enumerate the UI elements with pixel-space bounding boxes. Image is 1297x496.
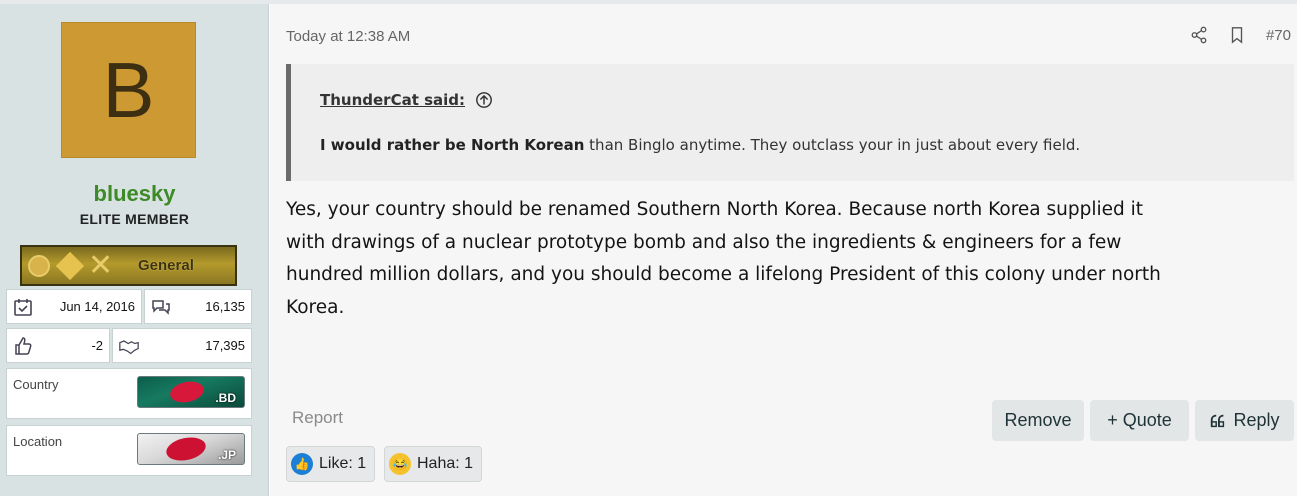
post-body: Yes, your country should be renamed Sout… — [286, 194, 1286, 324]
username-link[interactable]: bluesky — [0, 181, 269, 207]
bookmark-icon[interactable] — [1228, 26, 1246, 44]
location-label: Location — [13, 434, 63, 449]
post-line: hundred million dollars, and you should … — [286, 264, 1161, 285]
quote-block: ThunderCat said: I would rather be North… — [286, 64, 1294, 181]
quote-text: I would rather be North Korean than Bing… — [320, 136, 1080, 154]
arrow-up-circle-icon[interactable] — [475, 91, 493, 109]
reaction-score: -2 — [91, 338, 103, 353]
quote-author-link[interactable]: ThunderCat said: — [320, 91, 493, 109]
country-box: Country .BD — [6, 368, 252, 419]
user-title: ELITE MEMBER — [79, 211, 190, 227]
joined-date: Jun 14, 2016 — [59, 299, 135, 314]
quote-rest-text: than Binglo anytime. They outclass your … — [584, 136, 1081, 154]
comments-icon — [152, 299, 170, 315]
share-icon[interactable] — [1190, 26, 1208, 44]
japan-flag-icon: .JP — [137, 433, 245, 465]
quote-button[interactable]: + Quote — [1090, 400, 1189, 441]
reply-button[interactable]: Reply — [1195, 400, 1294, 441]
location-box: Location .JP — [6, 425, 252, 476]
post-line: Yes, your country should be renamed Sout… — [286, 199, 1144, 220]
points-stat: 17,395 — [112, 328, 252, 363]
location-tld: .JP — [217, 448, 236, 462]
messages-stat: 16,135 — [144, 289, 252, 324]
points-count: 17,395 — [205, 338, 245, 353]
remove-button[interactable]: Remove — [992, 400, 1084, 441]
thumbs-up-icon — [15, 336, 32, 355]
post-line: with drawings of a nuclear prototype bom… — [286, 231, 1122, 253]
rank-insignia-icon: ✕ — [22, 250, 130, 281]
post-actions: #70 — [1190, 26, 1291, 44]
haha-reaction[interactable]: 😂 Haha: 1 — [384, 446, 483, 482]
quote-label: + Quote — [1107, 410, 1172, 430]
avatar-letter: B — [102, 45, 155, 134]
report-link[interactable]: Report — [292, 408, 343, 428]
post-date[interactable]: Today at 12:38 AM — [286, 28, 410, 45]
haha-emoji-icon: 😂 — [389, 453, 411, 475]
joined-stat: Jun 14, 2016 — [6, 289, 142, 324]
post-number[interactable]: #70 — [1266, 27, 1291, 44]
calendar-check-icon — [14, 298, 32, 316]
remove-label: Remove — [1004, 410, 1072, 430]
rank-label: General — [138, 257, 194, 274]
country-tld: .BD — [215, 391, 236, 405]
post-line: Korea. — [286, 296, 345, 318]
handshake-icon — [119, 339, 139, 354]
post-main: Today at 12:38 AM #70 ThunderCat said: I… — [270, 4, 1297, 496]
like-emoji-icon: 👍 — [291, 453, 313, 475]
bangladesh-flag-icon: .BD — [137, 376, 245, 408]
rank-banner: ✕ General — [20, 245, 237, 286]
messages-count: 16,135 — [205, 299, 245, 314]
reply-label: Reply — [1233, 410, 1280, 430]
user-sidebar: B bluesky ELITE MEMBER ✕ General Jun 14,… — [0, 4, 269, 496]
haha-reaction-label: Haha: 1 — [417, 455, 474, 472]
avatar[interactable]: B — [61, 22, 196, 158]
reaction-score-stat: -2 — [6, 328, 110, 363]
quote-bold-text: I would rather be North Korean — [320, 136, 585, 154]
like-reaction[interactable]: 👍 Like: 1 — [286, 446, 376, 482]
like-reaction-label: Like: 1 — [319, 455, 367, 472]
quote-author: ThunderCat said: — [320, 91, 466, 109]
country-label: Country — [13, 377, 59, 392]
reply-quote-icon — [1211, 414, 1225, 427]
